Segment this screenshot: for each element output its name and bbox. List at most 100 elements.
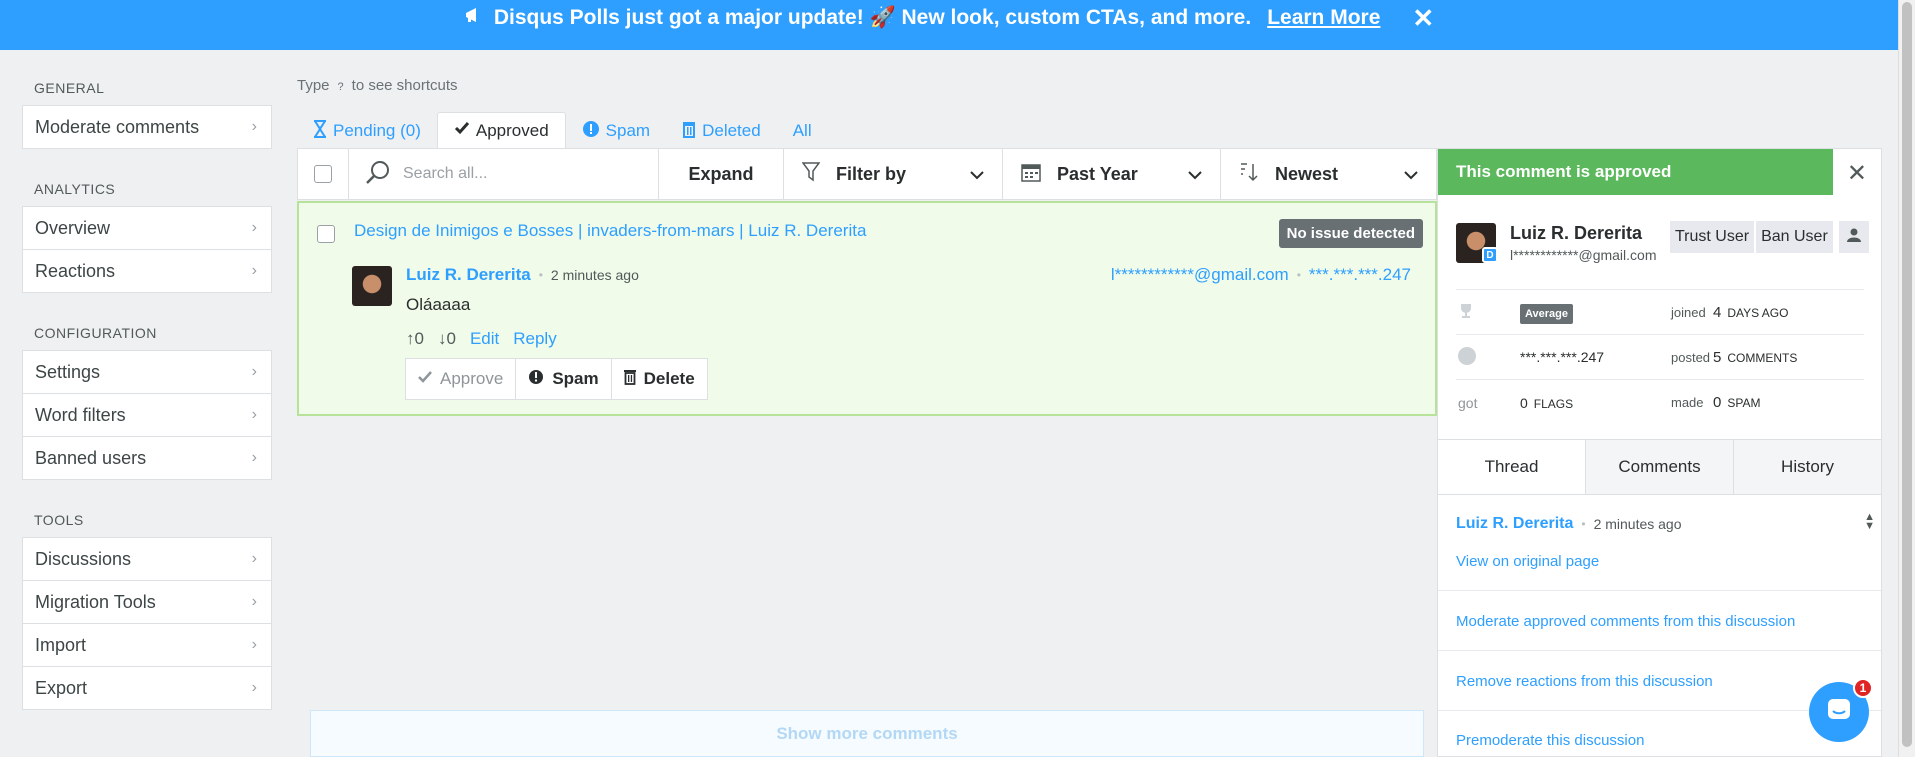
hint-key: ?: [337, 81, 344, 93]
sidebar-item-discussions[interactable]: Discussions ›: [22, 537, 272, 581]
divider: [1438, 650, 1881, 651]
sidebar: GENERAL Moderate comments › ANALYTICS Ove…: [22, 80, 272, 742]
ban-user-button[interactable]: Ban User: [1756, 221, 1833, 253]
sort-arrows-icon[interactable]: ▲ ▼: [1864, 512, 1875, 532]
user-ip: ***.***.***.247: [1520, 349, 1605, 365]
author-email-link[interactable]: l************@gmail.com: [1111, 265, 1289, 285]
separator-dot: •: [1296, 268, 1301, 282]
sidebar-item-label: Reactions: [35, 260, 116, 281]
banner-close-icon[interactable]: ✕: [1412, 3, 1434, 34]
select-all-checkbox[interactable]: [314, 165, 332, 183]
edit-link[interactable]: Edit: [470, 329, 499, 349]
sidebar-item-banned-users[interactable]: Banned users ›: [22, 436, 272, 480]
sidebar-group-configuration: CONFIGURATION Settings › Word filters › Ba…: [22, 325, 272, 480]
expand-button[interactable]: Expand: [659, 149, 784, 199]
delete-button[interactable]: Delete: [610, 358, 708, 400]
author-contact: l************@gmail.com • ***.***.***.24…: [1111, 265, 1411, 285]
sidebar-item-migration-tools[interactable]: Migration Tools ›: [22, 580, 272, 624]
reputation-badge: Average: [1520, 304, 1574, 324]
arrow-up-icon: ↑: [406, 329, 415, 348]
thread-title-link[interactable]: Design de Inimigos e Bosses | invaders-f…: [354, 221, 866, 241]
user-actions: Trust User Ban User: [1670, 221, 1869, 253]
posted-value: 5: [1713, 348, 1722, 366]
comment-actions: ↑0 ↓0 Edit Reply: [406, 329, 557, 349]
chevron-right-icon: ›: [251, 679, 257, 696]
separator-dot: •: [1581, 517, 1586, 531]
comment-meta: Luiz R. Dererita • 2 minutes ago: [406, 265, 639, 285]
moderate-approved-link[interactable]: Moderate approved comments from this dis…: [1456, 613, 1795, 630]
status-tabs: Pending (0) Approved Spam Deleted All: [297, 112, 828, 148]
tab-approved[interactable]: Approved: [436, 112, 566, 148]
tab-pending[interactable]: Pending (0): [297, 114, 437, 148]
view-original-link[interactable]: View on original page: [1456, 553, 1599, 570]
premoderate-link[interactable]: Premoderate this discussion: [1456, 732, 1644, 749]
comment-checkbox[interactable]: [317, 225, 335, 243]
stat-row: ***.***.***.247 posted 5 COMMENTS: [1456, 335, 1864, 380]
sidebar-item-export[interactable]: Export ›: [22, 666, 272, 710]
announcement-banner: Disqus Polls just got a major update! 🚀 …: [0, 0, 1898, 50]
chat-launcher-button[interactable]: 1: [1809, 678, 1873, 742]
close-icon[interactable]: ✕: [1847, 159, 1867, 188]
sidebar-item-moderate-comments[interactable]: Moderate comments ›: [22, 105, 272, 149]
user-icon: [1846, 228, 1861, 247]
learn-more-link[interactable]: Learn More: [1267, 6, 1380, 30]
trust-user-button[interactable]: Trust User: [1670, 221, 1755, 253]
chevron-right-icon: ›: [251, 219, 257, 236]
sidebar-group-general: GENERAL Moderate comments ›: [22, 80, 272, 149]
flags-unit: FLAGS: [1533, 396, 1574, 411]
tab-label: All: [792, 121, 812, 140]
banner-text: Disqus Polls just got a major update! 🚀 …: [493, 6, 1252, 29]
stat-value: 0 SPAM: [1713, 394, 1760, 411]
remove-reactions-link[interactable]: Remove reactions from this discussion: [1456, 673, 1713, 690]
filter-label: Filter by: [836, 163, 907, 184]
sidebar-item-import[interactable]: Import ›: [22, 623, 272, 667]
sidebar-item-reactions[interactable]: Reactions ›: [22, 249, 272, 293]
stat-row: Average joined 4 DAYS AGO: [1456, 290, 1864, 335]
tab-comments[interactable]: Comments: [1585, 440, 1733, 494]
user-email: l************@gmail.com: [1510, 247, 1657, 263]
tab-all[interactable]: All: [777, 114, 828, 148]
sidebar-item-word-filters[interactable]: Word filters ›: [22, 393, 272, 437]
exclamation-shield-icon: [582, 120, 600, 143]
trash-icon: [682, 120, 696, 143]
downvote-button[interactable]: ↓0: [438, 329, 456, 349]
sidebar-item-settings[interactable]: Settings ›: [22, 350, 272, 394]
tab-history[interactable]: History: [1733, 440, 1881, 494]
thread-timestamp: 2 minutes ago: [1593, 516, 1682, 532]
chat-icon: [1826, 697, 1852, 728]
approve-button[interactable]: Approve: [405, 358, 517, 400]
sort-dropdown[interactable]: Newest: [1221, 149, 1436, 199]
upvote-button[interactable]: ↑0: [406, 329, 424, 349]
tab-spam[interactable]: Spam: [566, 114, 666, 148]
approve-label: Approve: [440, 369, 504, 388]
spam-button[interactable]: Spam: [515, 358, 612, 400]
author-ip-link[interactable]: ***.***.***.247: [1309, 265, 1411, 285]
reply-link[interactable]: Reply: [513, 329, 556, 349]
downvote-count: 0: [446, 329, 456, 348]
approval-status-bar: This comment is approved: [1438, 149, 1833, 195]
stat-label: got: [1458, 394, 1478, 411]
avatar[interactable]: [352, 266, 392, 306]
tab-thread[interactable]: Thread: [1438, 440, 1585, 494]
sidebar-item-label: Import: [35, 634, 87, 655]
search-input[interactable]: [403, 165, 583, 183]
scrollbar-thumb[interactable]: [1902, 2, 1912, 747]
sidebar-section-title: ANALYTICS: [34, 181, 116, 197]
sidebar-item-overview[interactable]: Overview ›: [22, 206, 272, 250]
user-profile-button[interactable]: [1838, 221, 1869, 253]
tab-deleted[interactable]: Deleted: [666, 114, 777, 148]
page-scrollbar[interactable]: [1898, 0, 1915, 757]
stat-value: 4 DAYS AGO: [1713, 304, 1788, 321]
show-more-button[interactable]: Show more comments: [310, 710, 1424, 757]
filter-icon: [801, 161, 821, 187]
chevron-right-icon: ›: [251, 118, 257, 135]
joined-unit: DAYS AGO: [1727, 305, 1789, 320]
filter-dropdown[interactable]: Filter by: [784, 149, 1003, 199]
date-range-dropdown[interactable]: Past Year: [1003, 149, 1221, 199]
stat-value: 0 FLAGS: [1520, 395, 1573, 411]
flags-value: 0: [1520, 394, 1528, 411]
thread-author-link[interactable]: Luiz R. Dererita: [1456, 515, 1573, 533]
user-stats: Average joined 4 DAYS AGO ***.***.***.247…: [1456, 289, 1864, 425]
range-label: Past Year: [1057, 163, 1138, 184]
author-link[interactable]: Luiz R. Dererita: [406, 265, 531, 285]
